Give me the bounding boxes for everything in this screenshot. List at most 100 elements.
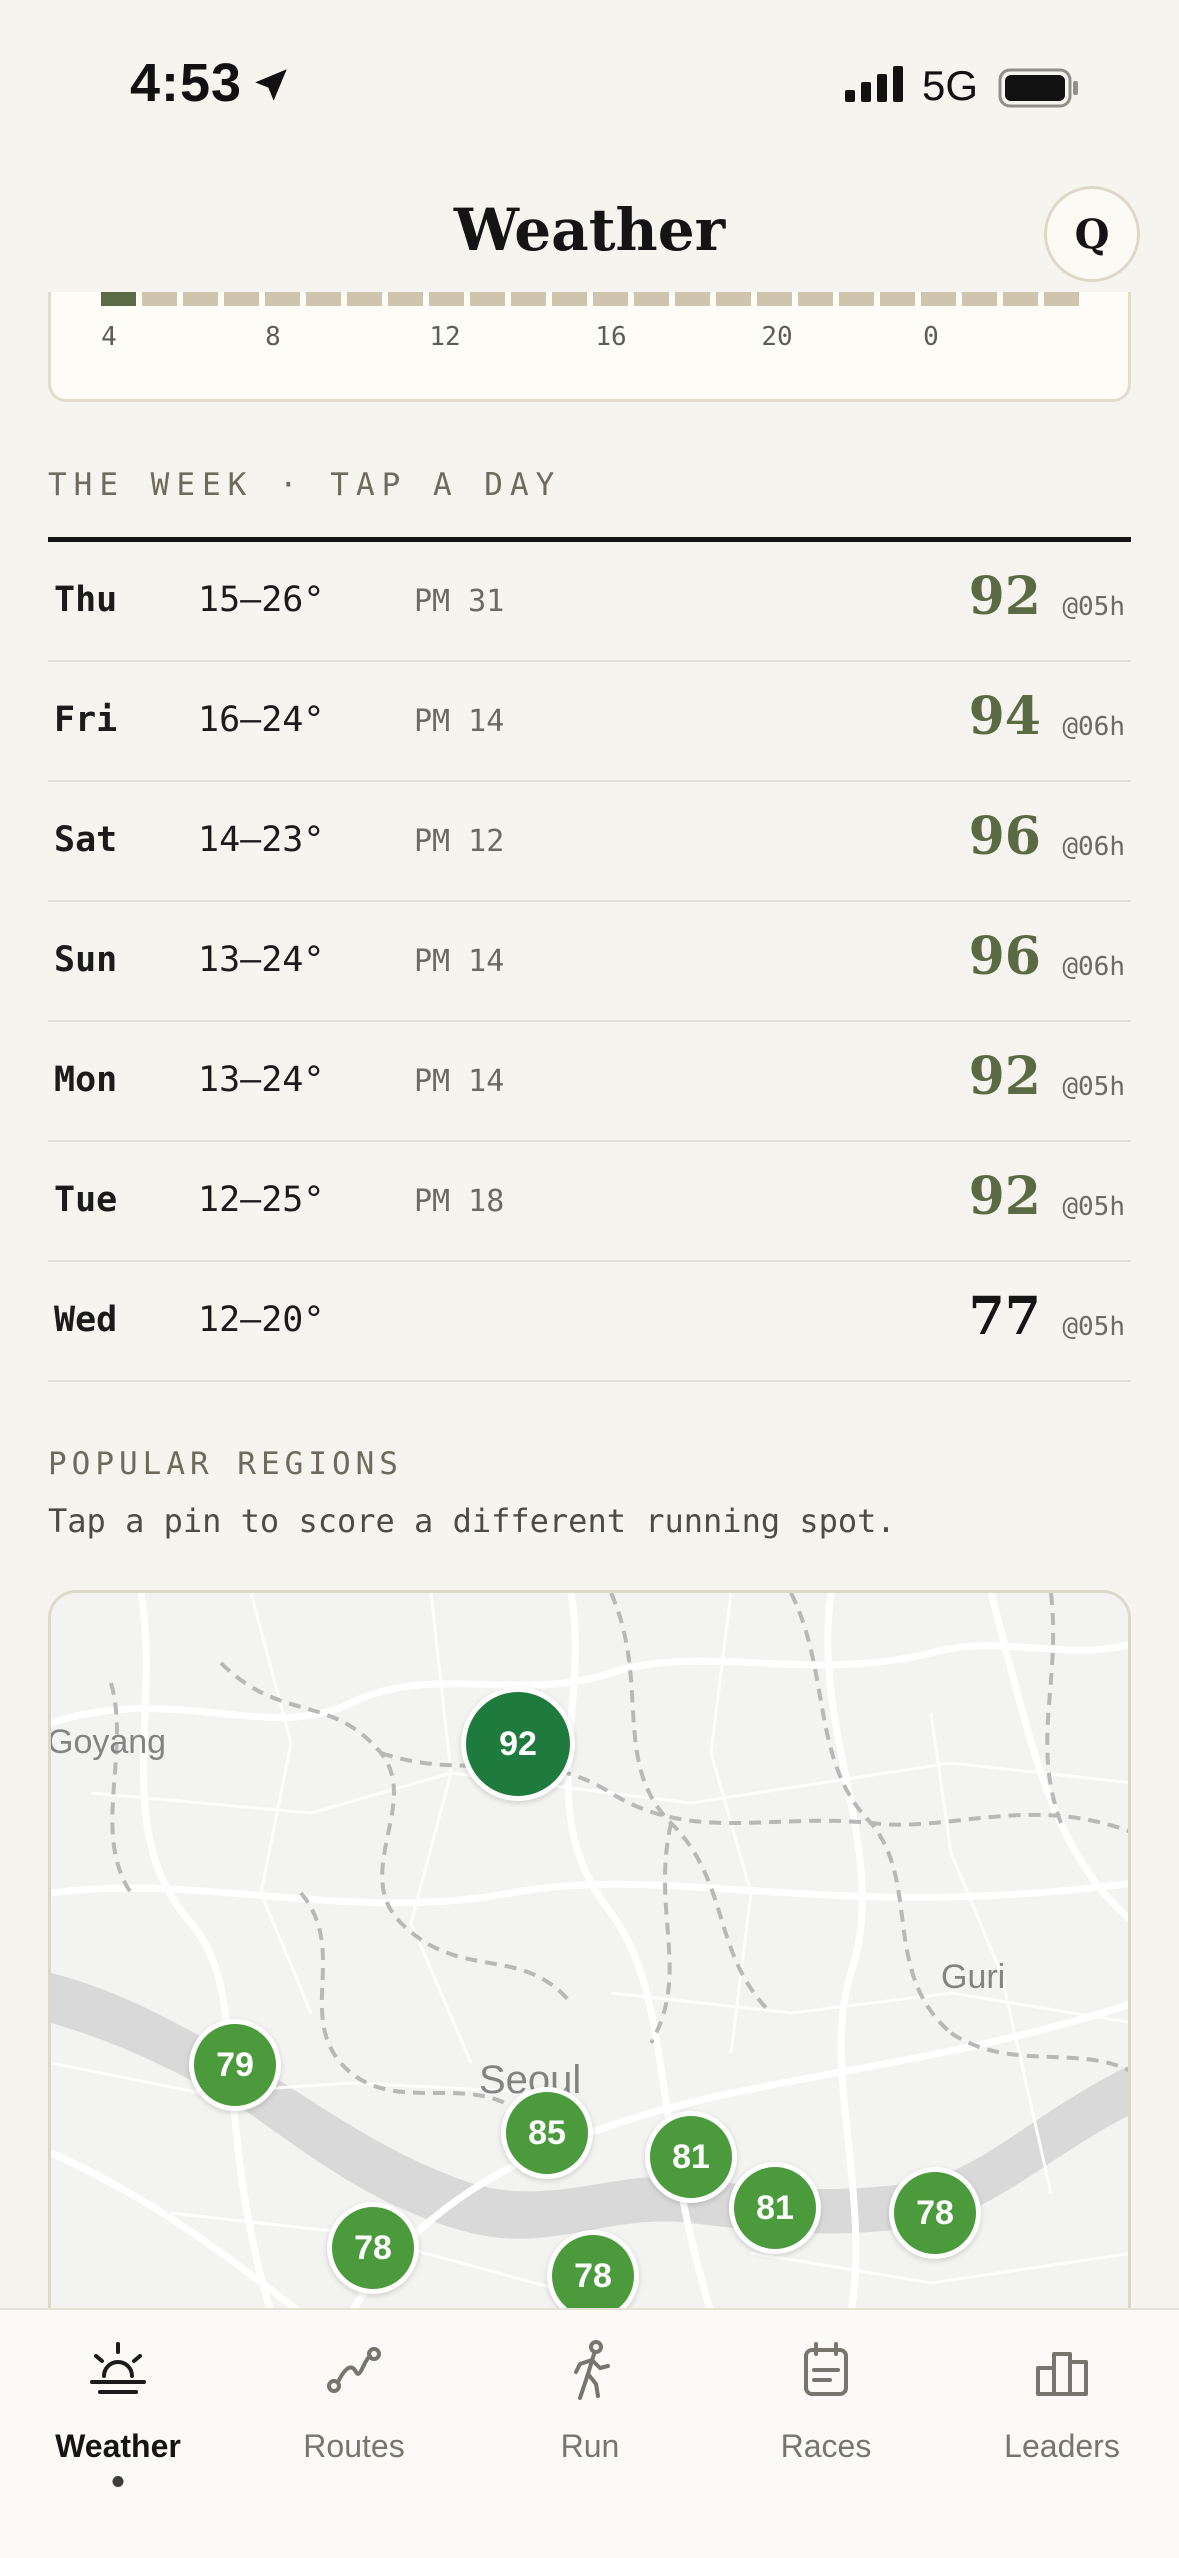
hour-bar — [1044, 292, 1079, 306]
tab-leaders[interactable]: Leaders — [944, 2310, 1179, 2500]
status-bar: 4:53 5G — [0, 0, 1179, 160]
day-score: 92 — [968, 1166, 1041, 1227]
hour-bar — [593, 292, 628, 306]
day-name: Thu — [54, 580, 118, 620]
hour-bar — [470, 292, 505, 306]
day-score: 92 — [968, 1046, 1041, 1107]
calendar-icon — [804, 2342, 848, 2396]
hour-bar — [306, 292, 341, 306]
battery-icon — [998, 68, 1078, 108]
region-pin[interactable]: 92 — [461, 1687, 575, 1801]
network-type: 5G — [922, 62, 979, 109]
region-pin[interactable]: 78 — [889, 2167, 981, 2259]
day-name: Wed — [54, 1300, 118, 1340]
hour-label: 20 — [761, 322, 793, 352]
hour-bar — [962, 292, 997, 306]
day-score: 96 — [968, 926, 1041, 987]
day-row[interactable]: Mon 13–24° PM 14 92 @05h — [48, 1022, 1131, 1142]
regions-map[interactable]: Goyang Guri Seoul 92 79 85 81 81 78 78 78 — [48, 1590, 1131, 2310]
day-row[interactable]: Thu 15–26° PM 31 92 @05h — [48, 542, 1131, 662]
day-temp-range: 13–24° — [198, 940, 325, 980]
day-name: Sun — [54, 940, 118, 980]
hour-bar — [921, 292, 956, 306]
hour-label: 4 — [101, 322, 117, 352]
day-best-hour: @06h — [1062, 712, 1125, 742]
hour-bar — [142, 292, 177, 306]
day-pm: PM 14 — [414, 1064, 505, 1099]
day-row[interactable]: Sun 13–24° PM 14 96 @06h — [48, 902, 1131, 1022]
day-temp-range: 16–24° — [198, 700, 325, 740]
map-label-goyang: Goyang — [48, 1723, 167, 1761]
day-temp-range: 12–20° — [198, 1300, 325, 1340]
day-row[interactable]: Tue 12–25° PM 18 92 @05h — [48, 1142, 1131, 1262]
day-best-hour: @05h — [1062, 1072, 1125, 1102]
region-pin[interactable]: 81 — [645, 2111, 737, 2203]
hour-bar — [757, 292, 792, 306]
location-arrow-icon — [255, 69, 287, 101]
hour-bar — [716, 292, 751, 306]
hour-bar — [347, 292, 382, 306]
hour-label: 0 — [923, 322, 939, 352]
hour-bar — [798, 292, 833, 306]
profile-button[interactable]: Q — [1044, 186, 1140, 282]
day-best-hour: @05h — [1062, 1312, 1125, 1342]
week-section-label: THE WEEK · TAP A DAY — [48, 467, 562, 503]
region-pin[interactable]: 79 — [189, 2019, 281, 2111]
active-tab-indicator — [112, 2476, 124, 2487]
tab-run[interactable]: Run — [472, 2310, 708, 2500]
day-pm: PM 31 — [414, 584, 505, 619]
tab-label: Leaders — [1004, 2428, 1120, 2464]
tab-races[interactable]: Races — [708, 2310, 944, 2500]
day-best-hour: @05h — [1062, 1192, 1125, 1222]
day-name: Mon — [54, 1060, 118, 1100]
day-pm: PM 12 — [414, 824, 505, 859]
hour-bar — [265, 292, 300, 306]
day-row[interactable]: Wed 12–20° 77 @05h — [48, 1262, 1131, 1382]
hour-label: 12 — [429, 322, 461, 352]
hour-bar — [634, 292, 669, 306]
tab-label: Races — [780, 2428, 872, 2464]
day-name: Tue — [54, 1180, 118, 1220]
week-list: Thu 15–26° PM 31 92 @05h Fri 16–24° PM 14 94 @06h… — [48, 542, 1131, 1382]
region-pin[interactable]: 78 — [327, 2202, 419, 2294]
day-score: 94 — [968, 686, 1041, 747]
hour-bar — [1003, 292, 1038, 306]
day-row[interactable]: Sat 14–23° PM 12 96 @06h — [48, 782, 1131, 902]
region-pin[interactable]: 85 — [501, 2087, 593, 2179]
day-row[interactable]: Fri 16–24° PM 14 94 @06h — [48, 662, 1131, 782]
hour-bar — [224, 292, 259, 306]
tab-bar: Weather Routes Run Races Leaders — [0, 2308, 1179, 2558]
day-best-hour: @06h — [1062, 952, 1125, 982]
day-pm: PM 14 — [414, 944, 505, 979]
hour-bar — [511, 292, 546, 306]
hour-label: 8 — [265, 322, 281, 352]
day-best-hour: @05h — [1062, 592, 1125, 622]
day-name: Fri — [54, 700, 118, 740]
page-title: Weather — [453, 196, 726, 264]
regions-section-label: POPULAR REGIONS — [48, 1446, 403, 1482]
map-label-guri: Guri — [941, 1958, 1006, 1996]
tab-label: Weather — [55, 2428, 181, 2464]
tab-weather[interactable]: Weather — [0, 2310, 236, 2500]
hour-bar — [839, 292, 874, 306]
day-score: 92 — [968, 566, 1041, 627]
day-temp-range: 15–26° — [198, 580, 325, 620]
tab-label: Run — [560, 2428, 620, 2464]
podium-icon — [1036, 2352, 1088, 2396]
hour-bar — [880, 292, 915, 306]
region-pin[interactable]: 81 — [729, 2162, 821, 2254]
day-temp-range: 14–23° — [198, 820, 325, 860]
regions-subtitle: Tap a pin to score a different running s… — [48, 1502, 896, 1540]
hourly-bars — [101, 292, 1079, 306]
runner-icon — [574, 2340, 610, 2400]
hourly-chart-card: 4 8 12 16 20 0 — [48, 292, 1131, 402]
day-score: 96 — [968, 806, 1041, 867]
day-pm: PM 18 — [414, 1184, 505, 1219]
day-best-hour: @06h — [1062, 832, 1125, 862]
tab-label: Routes — [303, 2428, 405, 2464]
signal-icon — [845, 66, 903, 102]
hour-bar — [552, 292, 587, 306]
hour-bar — [675, 292, 710, 306]
tab-routes[interactable]: Routes — [236, 2310, 472, 2500]
hour-label: 16 — [595, 322, 627, 352]
